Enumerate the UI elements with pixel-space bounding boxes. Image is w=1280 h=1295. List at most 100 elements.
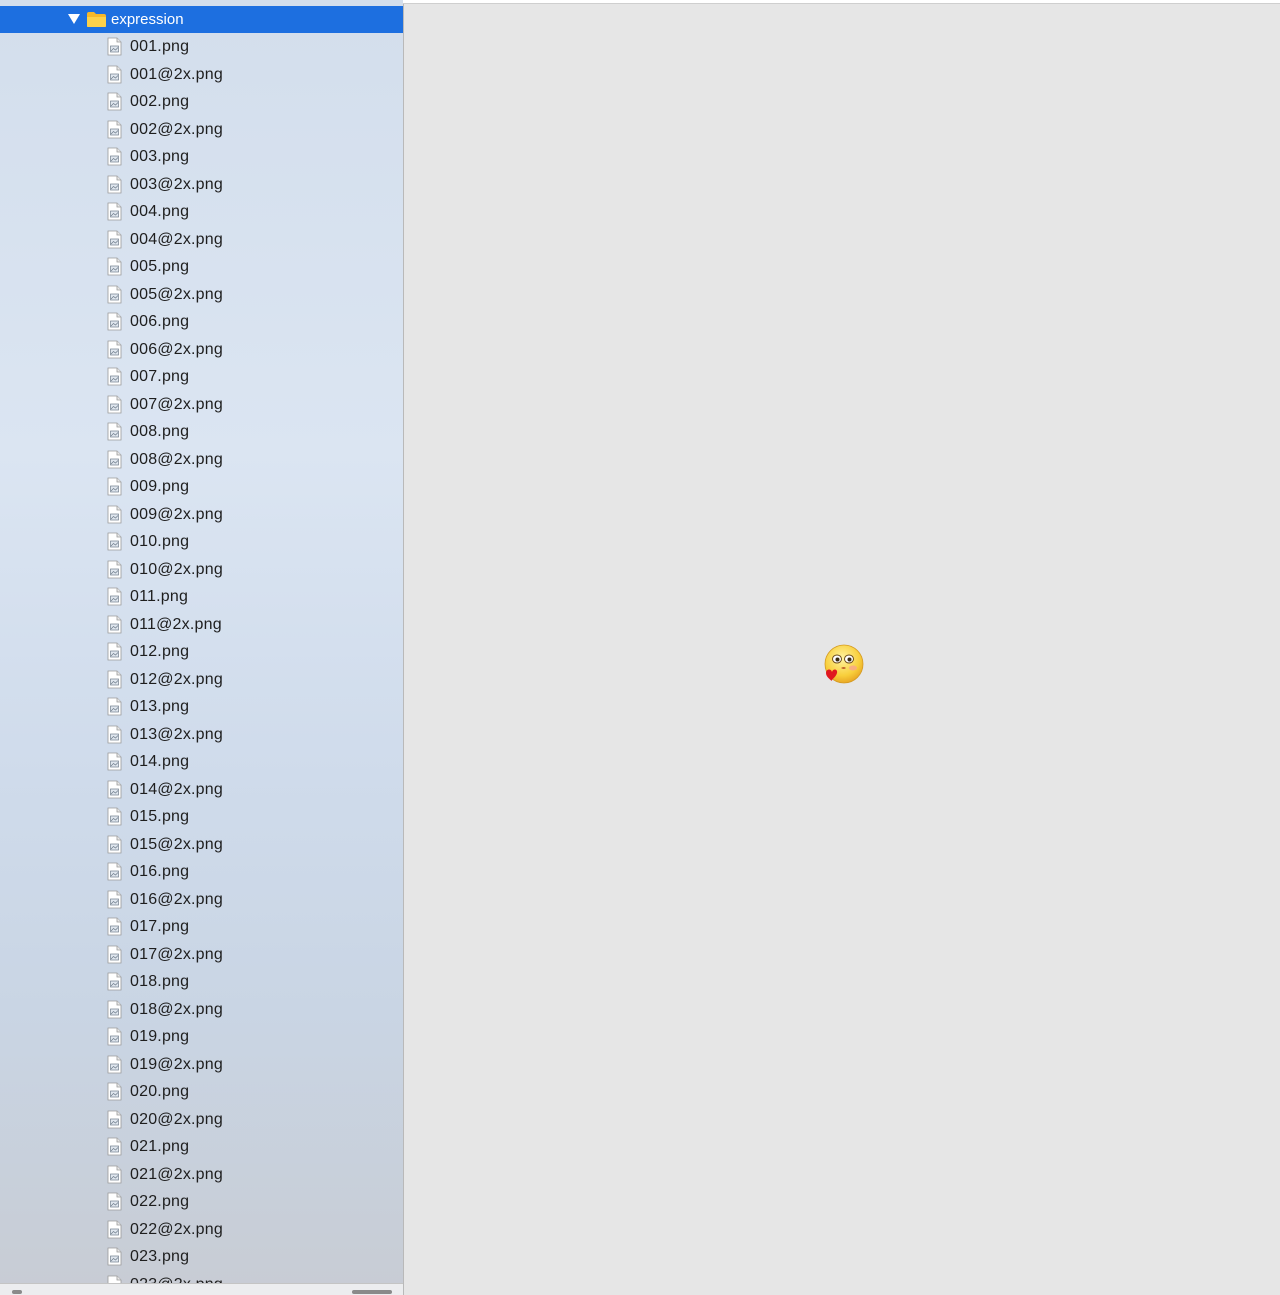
image-file-icon (107, 835, 122, 853)
file-row[interactable]: 002.png (0, 88, 403, 116)
file-row[interactable]: 011.png (0, 583, 403, 611)
file-row[interactable]: 011@2x.png (0, 611, 403, 639)
file-label: 009.png (130, 478, 190, 495)
file-row[interactable]: 001@2x.png (0, 61, 403, 89)
file-label: 008.png (130, 423, 190, 440)
project-navigator: expression 001.png 001@2x.png 002.png 002@2… (0, 0, 404, 1295)
image-file-icon (107, 257, 122, 276)
image-file-icon (107, 917, 122, 936)
image-file-icon (107, 725, 122, 743)
file-row[interactable]: 009.png (0, 473, 403, 501)
file-row[interactable]: 023.png (0, 1243, 403, 1271)
image-file-icon (107, 1082, 122, 1101)
image-file-icon (107, 312, 122, 331)
file-row[interactable]: 002@2x.png (0, 116, 403, 144)
file-row[interactable]: 022@2x.png (0, 1216, 403, 1244)
file-label: 004.png (130, 203, 190, 220)
file-row[interactable]: 004@2x.png (0, 226, 403, 254)
file-row[interactable]: 019@2x.png (0, 1051, 403, 1079)
file-row[interactable]: 008@2x.png (0, 446, 403, 474)
image-file-icon (107, 340, 122, 358)
image-file-icon (107, 532, 122, 551)
image-file-icon (107, 285, 122, 303)
image-file-icon (107, 752, 122, 771)
file-row[interactable]: 001.png (0, 33, 403, 61)
file-label: 021.png (130, 1138, 190, 1155)
file-row[interactable]: 017@2x.png (0, 941, 403, 969)
file-row[interactable]: 007.png (0, 363, 403, 391)
file-label: 015@2x.png (130, 835, 223, 853)
image-file-icon (107, 780, 122, 798)
file-label: 003@2x.png (130, 175, 223, 193)
image-file-icon (107, 670, 122, 688)
file-label: 004@2x.png (130, 230, 223, 248)
image-file-icon (107, 560, 122, 578)
file-row[interactable]: 022.png (0, 1188, 403, 1216)
file-label: 018.png (130, 973, 190, 990)
image-file-icon (107, 175, 122, 193)
file-row[interactable]: 007@2x.png (0, 391, 403, 419)
file-label: 007.png (130, 368, 190, 385)
image-file-icon (107, 1192, 122, 1211)
file-row[interactable]: 021.png (0, 1133, 403, 1161)
file-row[interactable]: 008.png (0, 418, 403, 446)
file-label: 008@2x.png (130, 450, 223, 468)
file-row[interactable]: 020.png (0, 1078, 403, 1106)
file-row[interactable]: 012@2x.png (0, 666, 403, 694)
file-row[interactable]: 013.png (0, 693, 403, 721)
image-file-icon (107, 120, 122, 138)
file-row[interactable]: 021@2x.png (0, 1161, 403, 1189)
filter-control-left[interactable] (12, 1290, 22, 1294)
file-row[interactable]: 010.png (0, 528, 403, 556)
image-file-icon (107, 890, 122, 908)
file-label: 015.png (130, 808, 190, 825)
image-file-icon (107, 450, 122, 468)
filter-control-right[interactable] (352, 1290, 392, 1294)
file-row[interactable]: 003@2x.png (0, 171, 403, 199)
file-row[interactable]: 012.png (0, 638, 403, 666)
image-file-icon (107, 230, 122, 248)
image-file-icon (107, 1247, 122, 1266)
image-file-icon (107, 1055, 122, 1073)
file-row[interactable]: 015@2x.png (0, 831, 403, 859)
file-row[interactable]: 018@2x.png (0, 996, 403, 1024)
image-file-icon (107, 642, 122, 661)
file-row[interactable]: 014.png (0, 748, 403, 776)
file-label: 009@2x.png (130, 505, 223, 523)
file-row[interactable]: 004.png (0, 198, 403, 226)
file-row[interactable]: 005@2x.png (0, 281, 403, 309)
image-file-icon (107, 1220, 122, 1238)
file-label: 007@2x.png (130, 395, 223, 413)
file-row[interactable]: 009@2x.png (0, 501, 403, 529)
file-label: 020.png (130, 1083, 190, 1100)
file-row[interactable]: 014@2x.png (0, 776, 403, 804)
file-row[interactable]: 013@2x.png (0, 721, 403, 749)
image-file-icon (107, 477, 122, 496)
file-row[interactable]: 006.png (0, 308, 403, 336)
image-file-icon (107, 37, 122, 56)
disclosure-triangle-icon[interactable] (67, 12, 81, 26)
file-label: 012.png (130, 643, 190, 660)
file-row[interactable]: 017.png (0, 913, 403, 941)
file-row[interactable]: 018.png (0, 968, 403, 996)
file-row[interactable]: 003.png (0, 143, 403, 171)
file-row[interactable]: 015.png (0, 803, 403, 831)
file-row[interactable]: 006@2x.png (0, 336, 403, 364)
file-label: 017.png (130, 918, 190, 935)
file-row[interactable]: 005.png (0, 253, 403, 281)
file-row[interactable]: 020@2x.png (0, 1106, 403, 1134)
image-file-icon (107, 615, 122, 633)
file-row[interactable]: 016@2x.png (0, 886, 403, 914)
file-label: 001.png (130, 38, 190, 55)
file-label: 023.png (130, 1248, 190, 1265)
file-label: 006@2x.png (130, 340, 223, 358)
file-row[interactable]: 016.png (0, 858, 403, 886)
file-label: 017@2x.png (130, 945, 223, 963)
file-label: 002@2x.png (130, 120, 223, 138)
file-label: 011.png (130, 588, 189, 605)
file-row[interactable]: 019.png (0, 1023, 403, 1051)
folder-row-expression[interactable]: expression (0, 6, 403, 33)
file-row[interactable]: 010@2x.png (0, 556, 403, 584)
blushing-kiss-emoji-icon (824, 644, 864, 684)
file-label: 012@2x.png (130, 670, 223, 688)
